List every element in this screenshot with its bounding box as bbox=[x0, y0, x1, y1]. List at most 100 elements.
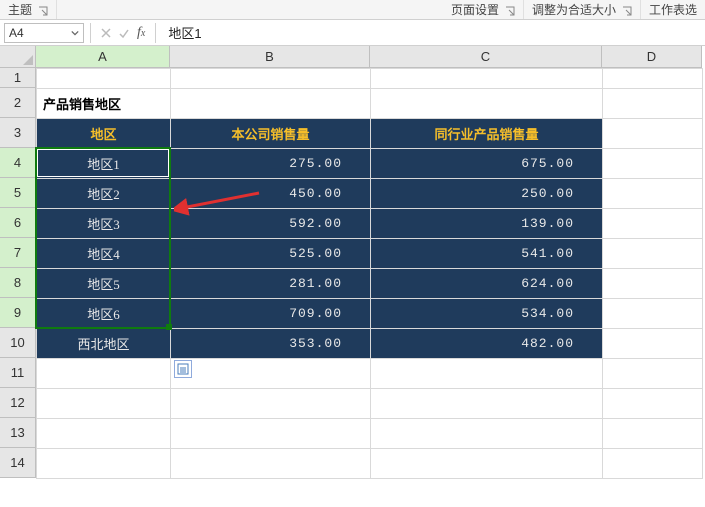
cell[interactable] bbox=[603, 449, 703, 479]
ribbon-group-sheet-options[interactable]: 工作表选 bbox=[641, 0, 705, 19]
row-header[interactable]: 1 bbox=[0, 68, 36, 88]
cell[interactable] bbox=[171, 389, 371, 419]
row-header[interactable]: 12 bbox=[0, 388, 36, 418]
cell[interactable] bbox=[603, 329, 703, 359]
cell[interactable] bbox=[371, 389, 603, 419]
row-header[interactable]: 13 bbox=[0, 418, 36, 448]
cell-title[interactable]: 产品销售地区 bbox=[37, 89, 171, 119]
cell[interactable] bbox=[603, 419, 703, 449]
cell[interactable] bbox=[603, 269, 703, 299]
cell-own[interactable]: 525.00 bbox=[171, 239, 371, 269]
cell[interactable] bbox=[371, 89, 603, 119]
insert-function-button[interactable]: fx bbox=[133, 25, 149, 41]
cell-peer[interactable]: 534.00 bbox=[371, 299, 603, 329]
autofill-options-button[interactable] bbox=[174, 360, 192, 378]
cell[interactable] bbox=[37, 419, 171, 449]
row-header[interactable]: 14 bbox=[0, 448, 36, 478]
cell[interactable] bbox=[603, 299, 703, 329]
header-peer-sales[interactable]: 同行业产品销售量 bbox=[371, 119, 603, 149]
formula-bar: A4 fx bbox=[0, 20, 705, 46]
cell[interactable] bbox=[171, 449, 371, 479]
ribbon-bar: 主题 页面设置 调整为合适大小 工作表选 bbox=[0, 0, 705, 20]
row-header[interactable]: 3 bbox=[0, 118, 36, 148]
cell[interactable] bbox=[371, 359, 603, 389]
column-headers: A B C D bbox=[36, 46, 702, 68]
ribbon-group-page-setup[interactable]: 页面设置 bbox=[443, 0, 524, 19]
name-box-value: A4 bbox=[9, 26, 24, 40]
col-header-D[interactable]: D bbox=[602, 46, 702, 68]
cell-region[interactable]: 地区2 bbox=[37, 179, 171, 209]
row-header[interactable]: 6 bbox=[0, 208, 36, 238]
header-own-sales[interactable]: 本公司销售量 bbox=[171, 119, 371, 149]
cell-own[interactable]: 709.00 bbox=[171, 299, 371, 329]
formula-input[interactable] bbox=[162, 23, 705, 43]
cell[interactable] bbox=[603, 89, 703, 119]
cell-region[interactable]: 地区5 bbox=[37, 269, 171, 299]
cell[interactable] bbox=[37, 449, 171, 479]
cell-region[interactable]: 地区1 bbox=[37, 149, 171, 179]
cell-peer[interactable]: 541.00 bbox=[371, 239, 603, 269]
dialog-launcher-icon[interactable] bbox=[622, 5, 632, 15]
cell-own[interactable]: 353.00 bbox=[171, 329, 371, 359]
cell-region[interactable]: 西北地区 bbox=[37, 329, 171, 359]
ribbon-group-scale[interactable]: 调整为合适大小 bbox=[524, 0, 641, 19]
row-header[interactable]: 4 bbox=[0, 148, 36, 178]
col-header-A[interactable]: A bbox=[36, 46, 170, 68]
cell[interactable] bbox=[37, 389, 171, 419]
cell[interactable] bbox=[603, 389, 703, 419]
ribbon-label: 主题 bbox=[8, 1, 32, 18]
cell[interactable] bbox=[37, 69, 171, 89]
header-region[interactable]: 地区 bbox=[37, 119, 171, 149]
cell-peer[interactable]: 675.00 bbox=[371, 149, 603, 179]
row-header[interactable]: 7 bbox=[0, 238, 36, 268]
col-header-B[interactable]: B bbox=[170, 46, 370, 68]
cell-peer[interactable]: 482.00 bbox=[371, 329, 603, 359]
ribbon-label: 页面设置 bbox=[451, 1, 499, 18]
row-header[interactable]: 2 bbox=[0, 88, 36, 118]
cell-own[interactable]: 592.00 bbox=[171, 209, 371, 239]
ribbon-label: 调整为合适大小 bbox=[532, 1, 616, 18]
cell-own[interactable]: 275.00 bbox=[171, 149, 371, 179]
cell[interactable] bbox=[603, 239, 703, 269]
cell[interactable] bbox=[603, 119, 703, 149]
row-header[interactable]: 10 bbox=[0, 328, 36, 358]
cell[interactable] bbox=[171, 359, 371, 389]
cell-region[interactable]: 地区3 bbox=[37, 209, 171, 239]
cell[interactable] bbox=[603, 149, 703, 179]
cell[interactable] bbox=[171, 69, 371, 89]
row-header[interactable]: 11 bbox=[0, 358, 36, 388]
cell-peer[interactable]: 250.00 bbox=[371, 179, 603, 209]
cell[interactable] bbox=[371, 69, 603, 89]
cell-region[interactable]: 地区6 bbox=[37, 299, 171, 329]
cell-peer[interactable]: 139.00 bbox=[371, 209, 603, 239]
cell[interactable] bbox=[37, 359, 171, 389]
cell[interactable] bbox=[603, 179, 703, 209]
chevron-down-icon[interactable] bbox=[71, 26, 79, 40]
ribbon-group-themes[interactable]: 主题 bbox=[0, 0, 57, 19]
select-all-corner[interactable] bbox=[0, 46, 36, 68]
dialog-launcher-icon[interactable] bbox=[38, 5, 48, 15]
row-header[interactable]: 9 bbox=[0, 298, 36, 328]
cell[interactable] bbox=[603, 359, 703, 389]
cell[interactable] bbox=[603, 209, 703, 239]
dialog-launcher-icon[interactable] bbox=[505, 5, 515, 15]
row-headers: 1 2 3 4 5 6 7 8 9 10 11 12 13 14 bbox=[0, 68, 36, 478]
cell-region[interactable]: 地区4 bbox=[37, 239, 171, 269]
ribbon-label: 工作表选 bbox=[649, 1, 697, 18]
col-header-C[interactable]: C bbox=[370, 46, 602, 68]
cell[interactable] bbox=[171, 419, 371, 449]
cell[interactable] bbox=[371, 419, 603, 449]
name-box[interactable]: A4 bbox=[4, 23, 84, 43]
cells-area[interactable]: 产品销售地区 地区 本公司销售量 同行业产品销售量 地区1275.00675.0… bbox=[36, 68, 703, 479]
cell-own[interactable]: 281.00 bbox=[171, 269, 371, 299]
cell-own[interactable]: 450.00 bbox=[171, 179, 371, 209]
row-header[interactable]: 8 bbox=[0, 268, 36, 298]
cell[interactable] bbox=[371, 449, 603, 479]
cell-peer[interactable]: 624.00 bbox=[371, 269, 603, 299]
cell[interactable] bbox=[171, 89, 371, 119]
enter-button[interactable] bbox=[115, 24, 133, 42]
row-header[interactable]: 5 bbox=[0, 178, 36, 208]
cell[interactable] bbox=[603, 69, 703, 89]
cancel-button[interactable] bbox=[97, 24, 115, 42]
spreadsheet-grid[interactable]: A B C D 1 2 3 4 5 6 7 8 9 10 11 12 13 14… bbox=[0, 46, 705, 507]
